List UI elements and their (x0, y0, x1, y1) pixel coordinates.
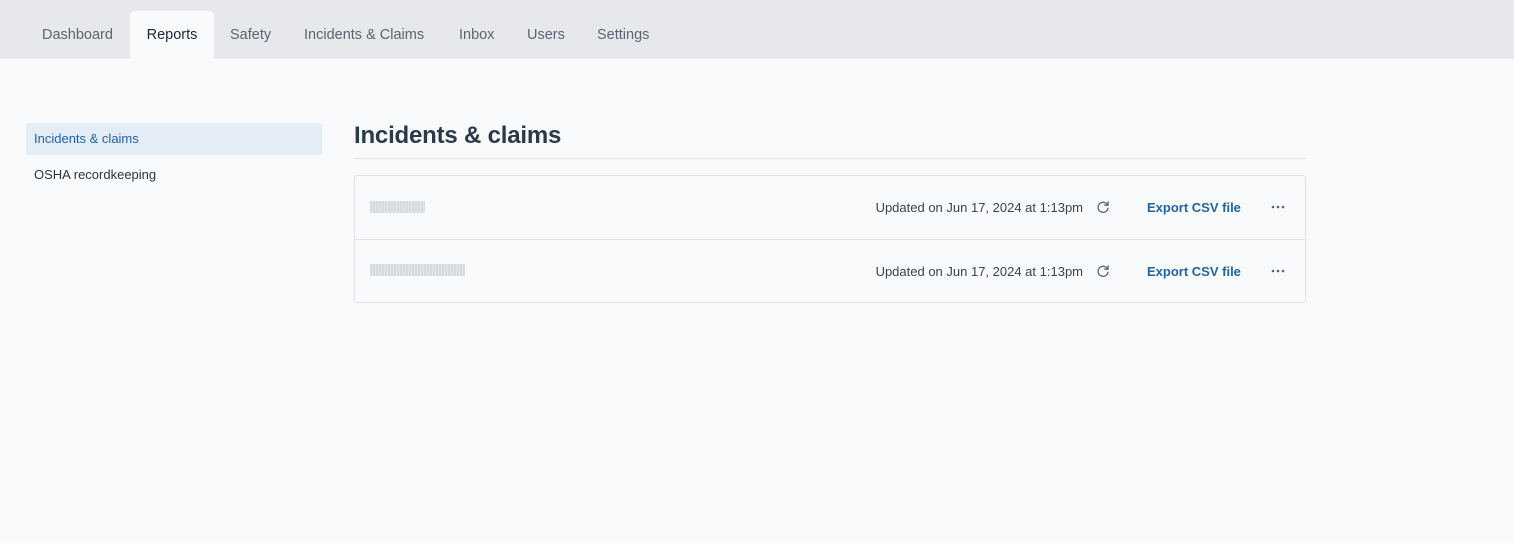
report-row: Updated on Jun 17, 2024 at 1:13pm Export… (355, 239, 1305, 302)
updated-timestamp: Updated on Jun 17, 2024 at 1:13pm (875, 264, 1083, 279)
redacted-report-name (370, 201, 425, 213)
sidebar-item-incidents-claims[interactable]: Incidents & claims (26, 123, 322, 155)
top-navigation: Dashboard Reports Safety Incidents & Cla… (0, 0, 1514, 59)
updated-timestamp: Updated on Jun 17, 2024 at 1:13pm (875, 200, 1083, 215)
tab-users[interactable]: Users (511, 11, 581, 59)
title-divider (354, 158, 1306, 159)
sidebar-item-osha-recordkeeping[interactable]: OSHA recordkeeping (26, 159, 322, 191)
refresh-icon[interactable] (1096, 200, 1110, 214)
refresh-icon[interactable] (1096, 264, 1110, 278)
tab-reports[interactable]: Reports (130, 11, 214, 59)
export-csv-link[interactable]: Export CSV file (1147, 240, 1241, 303)
ellipsis-icon[interactable] (1269, 201, 1287, 213)
ellipsis-icon[interactable] (1269, 265, 1287, 277)
export-csv-link[interactable]: Export CSV file (1147, 176, 1241, 239)
tab-settings[interactable]: Settings (581, 11, 665, 59)
redacted-report-name (370, 264, 465, 276)
page-title: Incidents & claims (354, 122, 562, 149)
tab-incidents-claims[interactable]: Incidents & Claims (288, 11, 440, 59)
tab-inbox[interactable]: Inbox (443, 11, 510, 59)
tab-dashboard[interactable]: Dashboard (26, 11, 129, 59)
report-list: Updated on Jun 17, 2024 at 1:13pm Export… (354, 175, 1306, 303)
tab-safety[interactable]: Safety (214, 11, 287, 59)
report-row: Updated on Jun 17, 2024 at 1:13pm Export… (355, 176, 1305, 239)
